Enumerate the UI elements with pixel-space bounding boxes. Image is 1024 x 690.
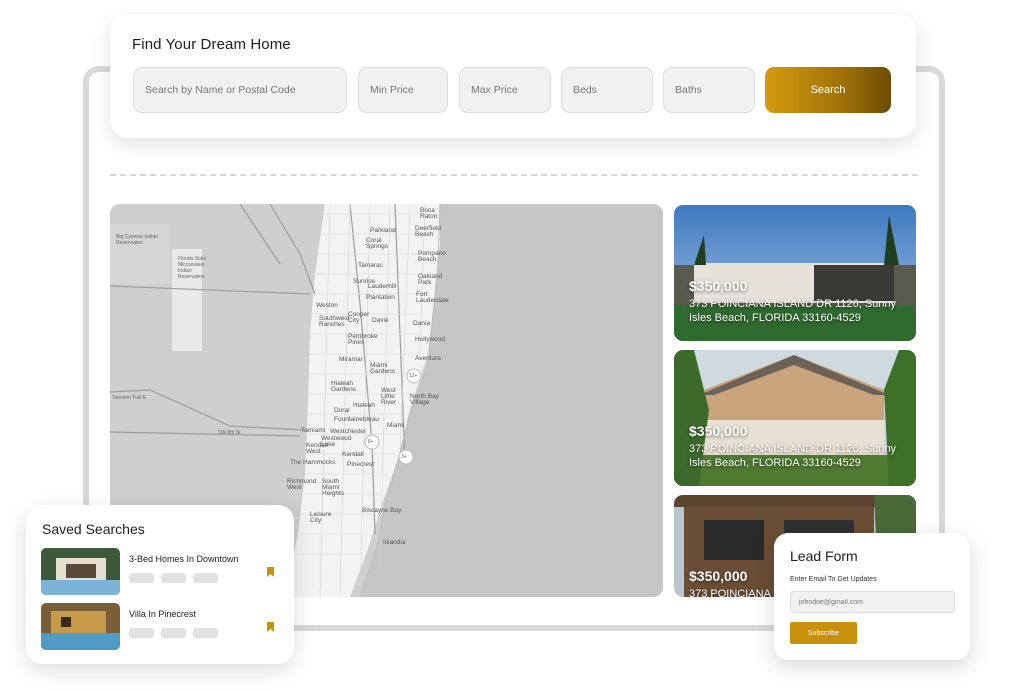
listing-address: 373 POINCIANA ISLAND DR 1126, Sunny Isle…	[689, 443, 897, 469]
bookmark-icon[interactable]	[267, 567, 274, 577]
map-label: Weston	[316, 302, 338, 309]
map-label: Tamiami	[301, 427, 326, 434]
map-label: South Miami Heights	[322, 478, 345, 497]
map-label: Southwest Ranches	[319, 315, 350, 328]
saved-search-thumbnail	[41, 548, 120, 595]
map-label: Boca Raton	[420, 207, 438, 220]
map-label: Cooper City	[348, 311, 370, 324]
listing-price: $350,000	[689, 568, 748, 584]
map-label: Hollywood	[415, 336, 445, 343]
map-label: Fountainebleau	[334, 416, 379, 423]
map-label: Tamiami Trail E	[112, 395, 147, 401]
map-label: Miami	[387, 422, 405, 429]
map-label: Richmond West	[287, 478, 317, 491]
map-label: Hialeah	[353, 402, 376, 409]
search-card: Find Your Dream Home Search	[110, 14, 916, 138]
map-label: Islandia	[383, 539, 406, 546]
listing-address: 373 POINCIANA ISLAND DR 1126, Sunny Isle…	[689, 298, 897, 324]
bookmark-icon[interactable]	[267, 622, 274, 632]
map-label: Pembroke Pines	[348, 333, 378, 346]
map-label: Oakland Park	[418, 273, 443, 286]
map-label: Doral	[334, 407, 350, 414]
map-label: Deerfield Beach	[415, 225, 442, 238]
map-label: Hialeah Gardens	[331, 380, 356, 393]
map-label: Biscayne Bay	[362, 507, 402, 514]
subscribe-button[interactable]: Subscribe	[790, 622, 857, 644]
tag-placeholder	[129, 573, 154, 583]
map-cluster-marker[interactable]: 8+	[368, 439, 374, 445]
saved-search-item[interactable]: Villa In Pinecrest	[41, 603, 281, 650]
tag-placeholder	[161, 628, 186, 638]
search-title: Find Your Dream Home	[132, 36, 291, 53]
map-label: Plantation	[366, 294, 395, 301]
tag-placeholder	[193, 628, 218, 638]
tag-placeholder	[193, 573, 218, 583]
lead-form-panel: Lead Form Enter Email To Get Updates Sub…	[774, 533, 970, 660]
map-label: Dania	[413, 320, 430, 327]
app-mockup: Find Your Dream Home Search by Name or P…	[0, 0, 1024, 690]
lead-form-subtitle: Enter Email To Get Updates	[790, 576, 877, 583]
listing-price: $350,000	[689, 423, 748, 439]
map-label: Westchester	[330, 428, 367, 435]
beds-field[interactable]	[561, 67, 653, 113]
saved-search-item[interactable]: 3-Bed Homes In Downtown	[41, 548, 281, 595]
map-label: Tamarac	[358, 262, 383, 269]
tag-placeholder	[129, 628, 154, 638]
baths-field[interactable]	[663, 67, 755, 113]
lead-form-title: Lead Form	[790, 548, 858, 564]
map-label: Florida State Miccosukee Indian Reservat…	[178, 256, 207, 280]
map-label: Fort Lauderdale	[416, 291, 449, 304]
map-label: Pompano Beach	[418, 250, 446, 263]
map-label: West Little River	[381, 387, 397, 406]
email-field[interactable]	[790, 591, 955, 613]
max-price-field[interactable]	[459, 67, 551, 113]
listing-card[interactable]: $350,000 373 POINCIANA ISLAND DR 1126, S…	[674, 350, 916, 486]
map-label: Coral Springs	[366, 237, 389, 250]
map-label: Kendall West	[306, 442, 328, 455]
tag-placeholder	[161, 573, 186, 583]
map-label: Pinecrest	[347, 461, 375, 468]
map-label: Aventura	[415, 355, 441, 362]
map-label: Miramar	[339, 356, 363, 363]
saved-search-label: Villa In Pinecrest	[129, 609, 196, 619]
listing-card[interactable]: $350,000 373 POINCIANA ISLAND DR 1126, S…	[674, 205, 916, 341]
saved-searches-title: Saved Searches	[42, 521, 145, 537]
dashed-divider	[110, 174, 918, 176]
map-cluster-marker[interactable]: 12+	[409, 373, 417, 379]
map-label: Miami Gardens	[370, 362, 395, 375]
map-label: SW 8th St	[218, 430, 241, 436]
map-label: Big Cypress Indian Reservation	[116, 234, 158, 246]
search-button[interactable]: Search	[765, 67, 891, 113]
saved-search-label: 3-Bed Homes In Downtown	[129, 554, 239, 564]
map-label: Parkland	[370, 227, 396, 234]
search-input[interactable]	[133, 67, 347, 113]
min-price-field[interactable]	[358, 67, 448, 113]
map-label: Leisure City	[310, 511, 332, 524]
map-label: Kendall	[342, 451, 364, 458]
map-label: North Bay Village	[410, 393, 439, 406]
map-cluster-marker[interactable]: 3+	[401, 454, 407, 460]
listing-price: $350,000	[689, 278, 748, 294]
map-label: Davie	[372, 317, 389, 324]
saved-searches-panel: Saved Searches 3-Bed Homes In Downtown V…	[26, 505, 294, 664]
map-label: The Hammocks	[290, 459, 336, 466]
saved-search-thumbnail	[41, 603, 120, 650]
map-label: Lauderhill	[368, 283, 397, 290]
